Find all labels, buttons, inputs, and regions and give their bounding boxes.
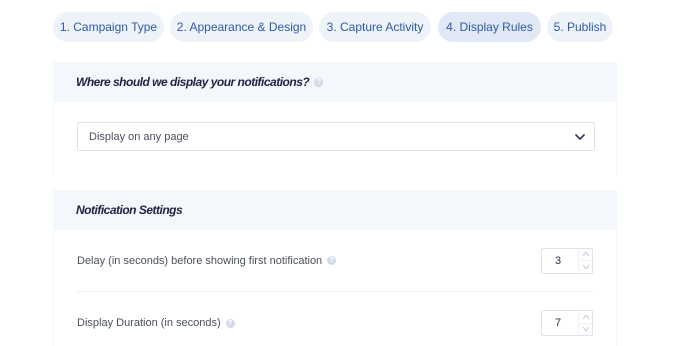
section-body: Delay (in seconds) before showing first … [53, 230, 617, 346]
caret-down-icon[interactable] [579, 324, 592, 336]
stepper-arrows [578, 248, 592, 273]
notification-settings-section: Notification Settings Delay (in seconds)… [53, 190, 617, 346]
delay-label: Delay (in seconds) before showing first … [77, 254, 323, 267]
section-header: Notification Settings [53, 190, 617, 230]
duration-label-wrap: Display Duration (in seconds) ? [77, 317, 235, 329]
chevron-down-icon [575, 134, 585, 140]
delay-stepper[interactable]: 3 [541, 247, 593, 274]
section-body: Display on any page [53, 102, 617, 175]
delay-label-wrap: Delay (in seconds) before showing first … [77, 254, 337, 267]
section-title: Notification Settings [76, 203, 183, 217]
select-value: Display on any page [89, 130, 189, 143]
display-page-select[interactable]: Display on any page [77, 122, 595, 151]
tab-campaign-type[interactable]: 1. Campaign Type [53, 12, 164, 42]
tab-display-rules[interactable]: 4. Display Rules [438, 12, 541, 42]
tab-appearance-design[interactable]: 2. Appearance & Design [170, 12, 313, 42]
tab-capture-activity[interactable]: 3. Capture Activity [319, 12, 431, 42]
duration-setting-row: Display Duration (in seconds) ? 7 [77, 292, 593, 346]
help-icon[interactable]: ? [327, 256, 337, 265]
help-icon[interactable]: ? [225, 318, 235, 328]
stepper-arrows [578, 311, 592, 335]
caret-down-icon[interactable] [579, 261, 592, 273]
duration-value: 7 [555, 317, 562, 329]
duration-label: Display Duration (in seconds) [77, 317, 221, 329]
section-header: Where should we display your notificatio… [53, 62, 617, 102]
duration-stepper[interactable]: 7 [541, 310, 593, 336]
delay-setting-row: Delay (in seconds) before showing first … [77, 230, 593, 292]
display-location-section: Where should we display your notificatio… [53, 62, 617, 175]
help-icon[interactable]: ? [314, 77, 324, 87]
tab-publish[interactable]: 5. Publish [547, 12, 613, 42]
caret-up-icon[interactable] [579, 249, 592, 261]
caret-up-icon[interactable] [579, 311, 592, 324]
delay-value: 3 [555, 254, 562, 267]
section-title: Where should we display your notificatio… [76, 75, 310, 89]
